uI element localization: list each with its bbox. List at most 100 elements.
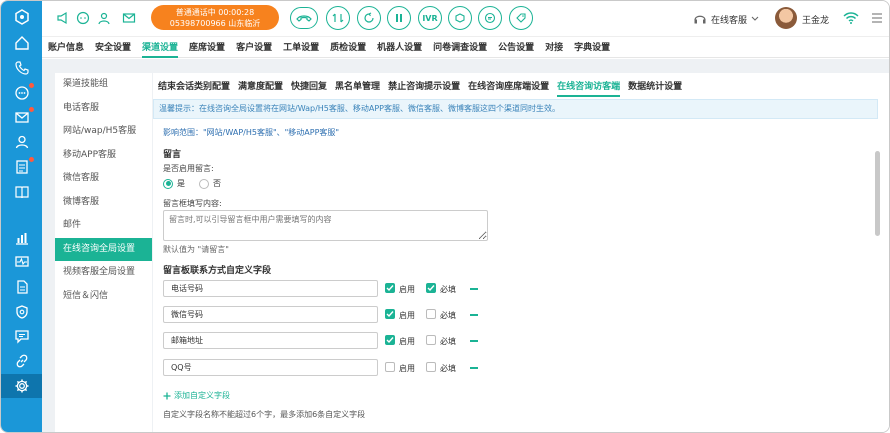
required-checkbox[interactable] (426, 362, 436, 372)
submenu-item-phone[interactable]: 电话客服 (55, 97, 152, 121)
app-window: 普通通话中 00:00:28 05398700966 山东临沂 IVR 在线客服 (0, 0, 890, 433)
custom-field-input[interactable]: 微信号码 (163, 306, 378, 323)
nav-notice-settings[interactable]: 公告设置 (498, 38, 534, 58)
panel-scrollbar[interactable] (875, 151, 880, 236)
nav-survey-settings[interactable]: 问卷调查设置 (433, 38, 487, 58)
chat-button[interactable] (478, 6, 502, 30)
logo-icon (1, 5, 42, 29)
nav-seat-settings[interactable]: 座席设置 (189, 38, 225, 58)
mail-icon[interactable] (121, 10, 137, 26)
nav-account-info[interactable]: 账户信息 (48, 38, 84, 58)
nav-integration[interactable]: 对接 (545, 38, 563, 58)
scope-text: 影响范围："网站/WAP/H5客服"、"移动APP客服" (163, 128, 340, 137)
book-icon[interactable] (1, 180, 42, 204)
message-icon[interactable] (1, 324, 42, 348)
enable-checkbox[interactable] (385, 283, 395, 293)
required-checkbox[interactable] (426, 335, 436, 345)
remove-field-icon[interactable] (470, 314, 478, 316)
mail-icon[interactable] (1, 105, 42, 129)
enable-checkbox[interactable] (385, 309, 395, 319)
nav-channel-settings[interactable]: 渠道设置 (142, 38, 179, 58)
message-box-textarea[interactable] (163, 210, 488, 241)
monitor-icon[interactable] (1, 250, 42, 274)
custom-field-input[interactable]: 邮箱地址 (163, 332, 378, 349)
more-menu-icon[interactable] (869, 10, 885, 26)
remove-field-icon[interactable] (470, 367, 478, 369)
consult-button[interactable] (357, 6, 381, 30)
required-label: 必填 (440, 364, 456, 373)
shield-icon[interactable] (1, 300, 42, 324)
main-nav: 账户信息 安全设置 渠道设置 座席设置 客户设置 工单设置 质检设置 机器人设置… (42, 38, 889, 58)
tab-agent-side[interactable]: 在线咨询座席端设置 (468, 77, 549, 97)
nav-ticket-settings[interactable]: 工单设置 (283, 38, 319, 58)
radio-yes[interactable] (163, 178, 173, 189)
radio-yes-label: 是 (177, 179, 185, 188)
phone-icon[interactable] (1, 56, 42, 80)
submenu-item-web[interactable]: 网站/wap/H5客服 (55, 120, 152, 144)
tab-quick-reply[interactable]: 快捷回复 (291, 77, 327, 97)
custom-field-input[interactable]: QQ号 (163, 359, 378, 376)
icon-rail (1, 1, 42, 432)
tab-blacklist[interactable]: 黑名单管理 (335, 77, 380, 97)
submenu-item-email[interactable]: 邮件 (55, 214, 152, 238)
custom-field-input[interactable]: 电话号码 (163, 280, 378, 297)
nav-customer-settings[interactable]: 客户设置 (236, 38, 272, 58)
required-label: 必填 (440, 337, 456, 346)
link-icon[interactable] (1, 349, 42, 373)
remove-field-icon[interactable] (470, 340, 478, 342)
tab-statistics[interactable]: 数据统计设置 (628, 77, 682, 97)
tab-satisfaction[interactable]: 满意度配置 (238, 77, 283, 97)
settings-gear-icon[interactable] (1, 374, 42, 398)
submenu-item-online-global[interactable]: 在线咨询全局设置 (55, 237, 152, 261)
avatar[interactable] (775, 7, 797, 29)
announcement-icon[interactable] (55, 10, 71, 26)
settings-panel: 结束会话类别配置 满意度配置 快捷回复 黑名单管理 禁止咨询提示设置 在线咨询座… (153, 73, 889, 432)
nav-security-settings[interactable]: 安全设置 (95, 38, 131, 58)
nav-robot-settings[interactable]: 机器人设置 (377, 38, 422, 58)
remove-field-icon[interactable] (470, 288, 478, 290)
add-custom-field-button[interactable]: 添加自定义字段 (163, 390, 230, 401)
hangup-button[interactable] (290, 7, 318, 29)
ticket-icon[interactable] (1, 155, 42, 179)
home-icon[interactable] (1, 31, 42, 55)
tag-button[interactable] (509, 6, 533, 30)
user-name[interactable]: 王金龙 (802, 13, 829, 26)
nav-qa-settings[interactable]: 质检设置 (330, 38, 366, 58)
submenu-item-app[interactable]: 移动APP客服 (55, 144, 152, 168)
top-toolbar: 普通通话中 00:00:28 05398700966 山东临沂 IVR 在线客服 (42, 1, 889, 37)
contacts-icon[interactable] (96, 10, 112, 26)
tab-end-session-category[interactable]: 结束会话类别配置 (158, 77, 230, 97)
submenu-item-wechat[interactable]: 微信客服 (55, 167, 152, 191)
chat-bubble-icon[interactable] (75, 10, 91, 26)
bar-chart-icon[interactable] (1, 226, 42, 250)
notification-dot (29, 107, 34, 112)
transfer-button[interactable] (326, 6, 350, 30)
tab-forbidden-prompt[interactable]: 禁止咨询提示设置 (388, 77, 460, 97)
document-icon[interactable] (1, 275, 42, 299)
required-label: 必填 (440, 311, 456, 320)
submenu-item-weibo[interactable]: 微博客服 (55, 191, 152, 215)
submenu-item-skill-group[interactable]: 渠道技能组 (55, 73, 152, 97)
chat-icon[interactable] (1, 81, 42, 105)
enable-message-radio-group: 是 否 (163, 178, 221, 189)
required-checkbox[interactable] (426, 283, 436, 293)
settings-tabs: 结束会话类别配置 满意度配置 快捷回复 黑名单管理 禁止咨询提示设置 在线咨询座… (153, 77, 690, 97)
hold-button[interactable] (387, 6, 411, 30)
ivr-button[interactable]: IVR (418, 6, 442, 30)
enable-checkbox[interactable] (385, 335, 395, 345)
required-checkbox[interactable] (426, 309, 436, 319)
tab-visitor-side[interactable]: 在线咨询访客端 (557, 77, 621, 97)
agent-status-dropdown[interactable]: 在线客服 (693, 12, 759, 26)
nav-dictionary-settings[interactable]: 字典设置 (574, 38, 610, 58)
enable-checkbox[interactable] (385, 362, 395, 372)
custom-fields-title: 留言板联系方式自定义字段 (163, 266, 272, 276)
submenu-item-video-global[interactable]: 视频客服全局设置 (55, 261, 152, 285)
radio-no[interactable] (199, 178, 209, 189)
contacts-icon[interactable] (1, 130, 42, 154)
submenu-item-sms[interactable]: 短信＆闪信 (55, 285, 152, 309)
channel-submenu: 渠道技能组 电话客服 网站/wap/H5客服 移动APP客服 微信客服 微博客服… (55, 73, 152, 432)
enable-label: 启用 (399, 364, 415, 373)
headset-icon (694, 15, 706, 24)
notice-banner: 温馨提示：在线咨询全局设置将在网站/Wap/H5客服、移动APP客服、微信客服、… (153, 99, 878, 119)
mute-button[interactable] (448, 6, 472, 30)
